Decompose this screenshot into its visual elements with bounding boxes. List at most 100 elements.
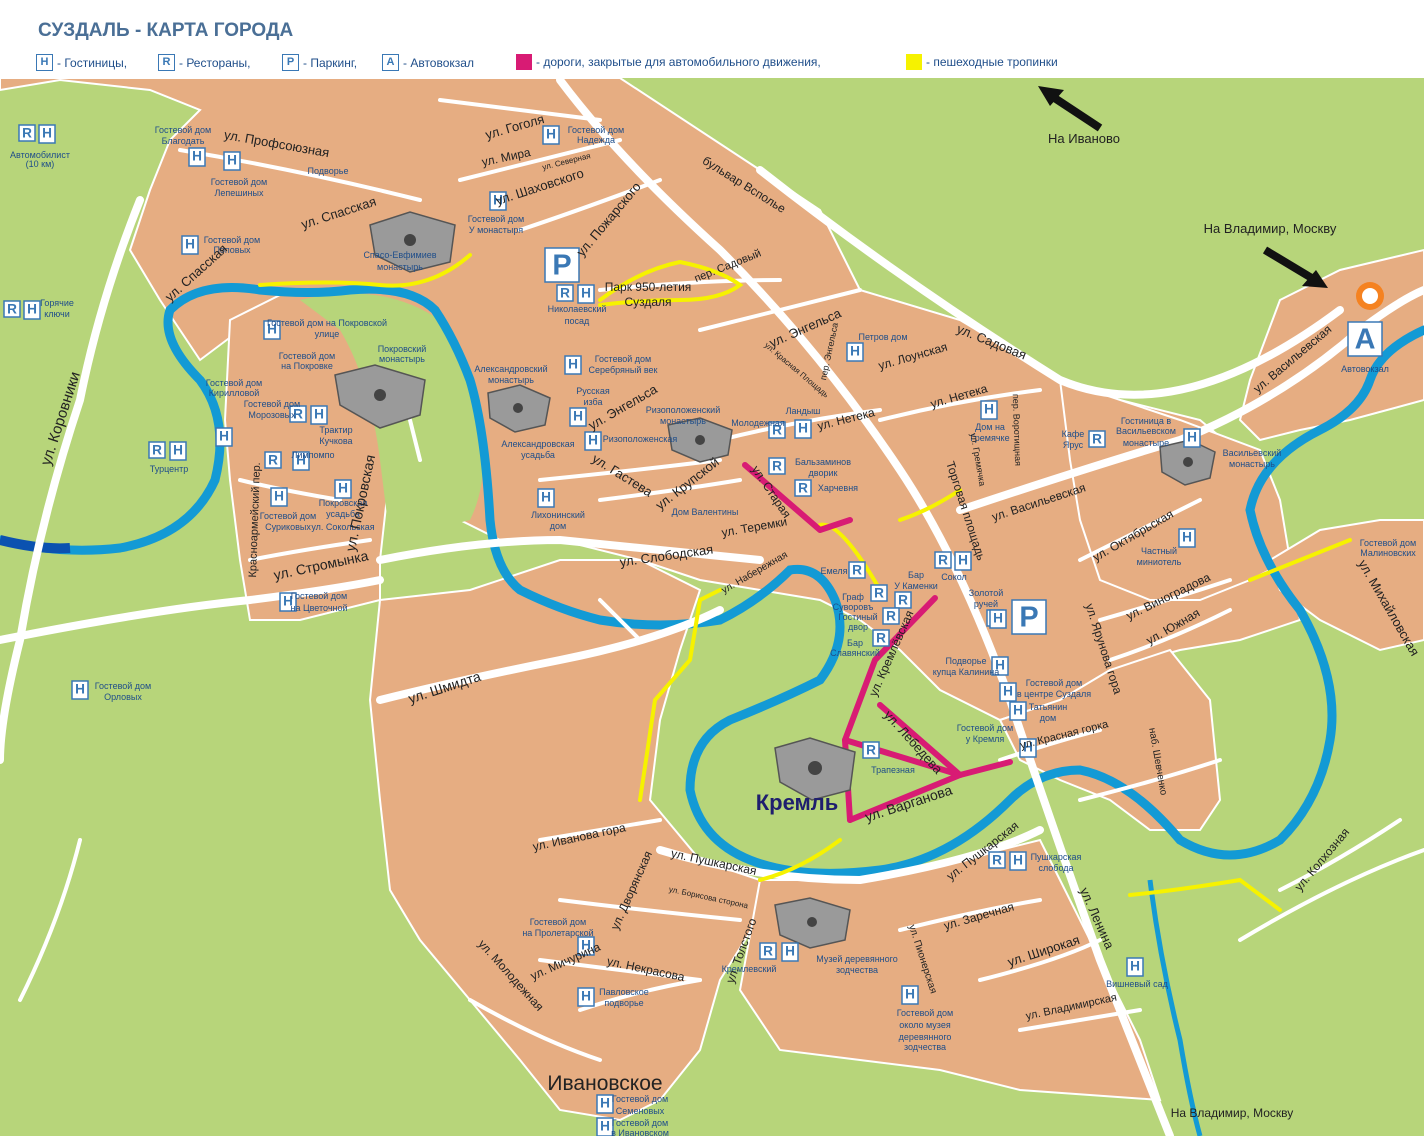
place-label: Бальзаминов [795, 457, 851, 467]
restaurant-icon[interactable]: R [148, 441, 166, 459]
restaurant-icon[interactable]: R [794, 479, 812, 497]
hotel-icon[interactable]: H [569, 407, 587, 427]
place-label: Вишневый сад [1106, 979, 1169, 989]
hotel-icon[interactable]: H [577, 284, 595, 304]
svg-text:H: H [984, 401, 994, 416]
hotel-icon[interactable]: H [542, 125, 560, 145]
svg-text:H: H [850, 343, 860, 358]
hotel-icon[interactable]: H [71, 680, 89, 700]
restaurant-icon[interactable]: R [1088, 430, 1106, 448]
hotel-icon[interactable]: H [1183, 428, 1201, 448]
place-label: Турцентр [150, 464, 189, 474]
restaurant-icon[interactable]: R [988, 851, 1006, 869]
svg-text:R: R [874, 585, 884, 600]
restaurant-icon[interactable]: R [768, 457, 786, 475]
hotel-icon[interactable]: H [901, 985, 919, 1005]
place-label: Гостевой дом [897, 1008, 953, 1018]
svg-text:R: R [268, 452, 278, 467]
restaurant-icon[interactable]: R [3, 300, 21, 318]
hotel-icon[interactable]: H [169, 441, 187, 461]
hotel-icon[interactable]: H [1009, 701, 1027, 721]
place-label: ул. Сокольская [311, 522, 374, 532]
place-label: монастырь [377, 262, 423, 272]
restaurant-icon[interactable]: R [848, 561, 866, 579]
restaurant-icon[interactable]: R [264, 451, 282, 469]
restaurant-icon[interactable]: R [556, 284, 574, 302]
hotel-icon[interactable]: H [537, 488, 555, 508]
bus-station-icon[interactable]: A [1347, 321, 1383, 357]
place-to_vladimir_moscow2: На Владимир, Москву [1171, 1106, 1294, 1120]
place-label: у Кремля [966, 734, 1005, 744]
hotel-icon[interactable]: H [1178, 528, 1196, 548]
hotel-icon[interactable]: H [999, 682, 1017, 702]
hotel-icon[interactable]: H [1009, 851, 1027, 871]
restaurant-icon[interactable]: R [759, 942, 777, 960]
parking-icon[interactable]: P [1011, 599, 1047, 635]
hotel-icon[interactable]: H [1126, 957, 1144, 977]
place-label: Гостевой дом [1026, 678, 1082, 688]
place-to_ivanovo: На Иваново [1048, 131, 1120, 146]
place-label: деревянного [899, 1032, 952, 1042]
place-label: Гостевой дом [211, 177, 267, 187]
svg-text:R: R [152, 442, 162, 457]
place-label: монастырь [660, 416, 706, 426]
svg-text:H: H [958, 552, 968, 567]
place-label: Гостевой дом [612, 1118, 668, 1128]
hotel-icon[interactable]: H [954, 551, 972, 571]
hotel-icon[interactable]: H [181, 235, 199, 255]
restaurant-icon[interactable]: R [862, 741, 880, 759]
svg-text:H: H [173, 442, 183, 457]
place-label: Гостевой дом [612, 1094, 668, 1104]
hotel-icon[interactable]: H [989, 609, 1007, 629]
hotel-icon[interactable]: H [23, 300, 41, 320]
place-label: улице [315, 329, 340, 339]
place-label: дом [1040, 713, 1056, 723]
place-label: усадьба [521, 450, 555, 460]
city-map[interactable]: R HH HHR HHHPR HHHR HR HR HHHHHHHHHR HRRHHR HHRR R… [0, 0, 1424, 1136]
parking-icon[interactable]: P [544, 247, 580, 283]
place-label: на Цветочной [290, 603, 347, 613]
place-label: Кирилловой [209, 388, 260, 398]
place-label: Гостевой дом [595, 354, 651, 364]
hotel-icon[interactable]: H [564, 355, 582, 375]
place-label: Кафе [1062, 429, 1085, 439]
hotel-icon[interactable]: H [334, 479, 352, 499]
restaurant-icon[interactable]: R [882, 607, 900, 625]
place-label: Золотой [969, 588, 1003, 598]
restaurant-icon[interactable]: R [934, 551, 952, 569]
restaurant-icon[interactable]: R [872, 629, 890, 647]
hotel-icon[interactable]: H [794, 419, 812, 439]
hotel-icon[interactable]: H [38, 124, 56, 144]
hotel-icon[interactable]: H [577, 987, 595, 1007]
hotel-icon[interactable]: H [188, 147, 206, 167]
place-label: подворье [604, 998, 643, 1008]
place-label: Орловых [104, 692, 142, 702]
hotel-icon[interactable]: H [223, 151, 241, 171]
hotel-icon[interactable]: H [270, 487, 288, 507]
place-label: Татьянин [1029, 702, 1068, 712]
hotel-icon[interactable]: H [781, 942, 799, 962]
place-label: в Ивановском [611, 1128, 669, 1136]
place-label: дом [550, 521, 566, 531]
hotel-icon[interactable]: H [310, 405, 328, 425]
place-label: Частный [1141, 546, 1177, 556]
svg-text:H: H [42, 125, 52, 140]
svg-text:R: R [866, 742, 876, 757]
place-label: миниотель [1137, 557, 1182, 567]
place-park: Парк 950-летия [605, 280, 692, 294]
hotel-icon[interactable]: H [584, 431, 602, 451]
place-label: Гостевой дом [206, 378, 262, 388]
svg-text:R: R [7, 301, 17, 316]
hotel-icon[interactable]: H [980, 400, 998, 420]
legend-hotels: H- Гостиницы, [36, 54, 127, 71]
place-label: Гостевой дом [530, 917, 586, 927]
hotel-icon[interactable]: H [846, 342, 864, 362]
svg-text:H: H [600, 1095, 610, 1110]
restaurant-icon[interactable]: R [894, 591, 912, 609]
place-kreml: Кремль [756, 790, 839, 815]
hotel-icon[interactable]: H [215, 427, 233, 447]
hotel-icon[interactable]: H [596, 1094, 614, 1114]
restaurant-icon[interactable]: R [18, 124, 36, 142]
restaurant-icon[interactable]: R [870, 584, 888, 602]
place-label: слобода [1038, 863, 1073, 873]
